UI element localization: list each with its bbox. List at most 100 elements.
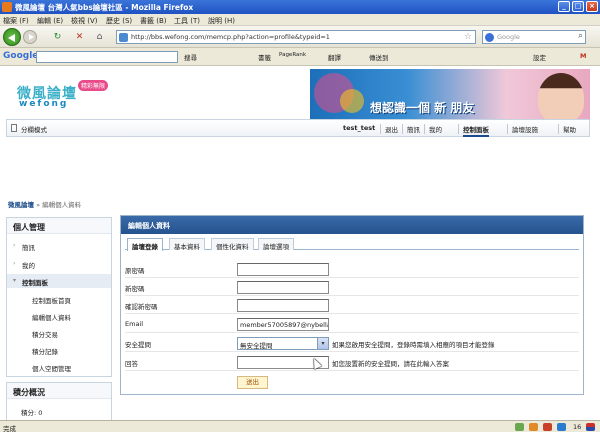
pagerank-indicator: PageRank: [279, 52, 307, 58]
sidebar-item-my[interactable]: › 我的: [7, 257, 111, 271]
field-label: 確認新密碼: [125, 303, 158, 311]
search-box[interactable]: Google ⌕: [482, 30, 586, 44]
site-logo-english: wefong: [19, 99, 69, 109]
sidebar-item-label: 個人空間管理: [32, 365, 71, 373]
old-password-field[interactable]: [237, 263, 329, 276]
translate-button[interactable]: 翻譯: [328, 52, 341, 62]
window-title: 微風論壇 台灣人氣bbs論壇社區 - Mozilla Firefox: [15, 3, 194, 12]
select-value: 無安全提問: [240, 342, 273, 350]
addon-icon[interactable]: [543, 423, 552, 431]
banner-text: 想認識一個 新 朋友: [370, 101, 475, 115]
sidebar-item-credit-log[interactable]: 積分記錄: [7, 343, 111, 357]
new-password-field[interactable]: [237, 281, 329, 294]
banner-portrait: [538, 73, 584, 123]
my-link[interactable]: 我的: [429, 124, 442, 134]
field-hint: 如您設置新的安全提問，請在此輸入答案: [332, 360, 449, 368]
form-row-security-question: 安全提問 無安全提問 ▾ 如果您啟用安全提問，登錄時需填入相應的項目才能登錄: [125, 334, 579, 352]
logo-badge: 精彩無限: [78, 80, 109, 91]
google-toolbar: Google 搜尋 書籤 PageRank 翻譯 傳送到 設定 M: [0, 48, 600, 66]
confirm-password-field[interactable]: [237, 299, 329, 312]
menu-view[interactable]: 檢視 (V): [71, 16, 97, 26]
forum-nav-strip: 分欄模式 test_test 退出 簡訊 我的 控制面板 論壇設施 幫助: [6, 119, 590, 137]
points-value: 積分: 0: [21, 409, 43, 417]
gmail-icon[interactable]: M: [580, 52, 586, 60]
breadcrumb-separator: »: [34, 201, 43, 209]
ad-banner[interactable]: 想認識一個 新 朋友: [310, 69, 590, 126]
column-mode-link[interactable]: 分欄模式: [21, 124, 47, 134]
close-button[interactable]: ×: [586, 1, 598, 12]
username-link[interactable]: test_test: [343, 124, 375, 132]
control-panel-link[interactable]: 控制面板: [463, 124, 489, 137]
column-mode-icon[interactable]: [11, 124, 17, 132]
home-icon[interactable]: ⌂: [94, 32, 105, 43]
forward-button[interactable]: [23, 30, 37, 44]
sidebar-item-edit-profile[interactable]: 編輯個人資料: [7, 309, 111, 323]
field-label: Email: [125, 320, 144, 328]
sidebar-item-label: 控制面板: [22, 279, 48, 287]
breadcrumb-home[interactable]: 微風論壇: [8, 201, 34, 209]
sidebar-item-label: 我的: [22, 262, 35, 270]
send-to-button[interactable]: 傳送到: [369, 52, 389, 62]
security-question-select[interactable]: 無安全提問 ▾: [237, 337, 329, 350]
form-row-answer: 回答 如您設置新的安全提問，請在此輸入答案: [125, 353, 579, 371]
reload-icon[interactable]: ↻: [52, 32, 63, 43]
stop-icon[interactable]: ✕: [74, 32, 85, 43]
field-label: 原密碼: [125, 267, 145, 275]
separator: [380, 124, 381, 134]
addon-icon[interactable]: [557, 423, 566, 431]
sidebar-item-label: 簡訊: [22, 244, 35, 252]
tab-forum-options[interactable]: 論壇選項: [258, 238, 294, 251]
tab-login[interactable]: 論壇登錄: [127, 238, 163, 251]
menu-help[interactable]: 說明 (H): [208, 16, 235, 26]
google-engine-icon[interactable]: [485, 33, 494, 42]
chevron-right-icon: ›: [13, 242, 16, 249]
addon-icon[interactable]: [529, 423, 538, 431]
status-text: 完成: [3, 425, 16, 432]
status-bar: 完成 16: [0, 420, 600, 432]
form-row-email: Email member57005897@nybella.com: [125, 315, 579, 333]
minimize-button[interactable]: _: [558, 1, 570, 12]
tab-personalized[interactable]: 個性化資料: [211, 238, 254, 251]
status-count: 16: [573, 423, 582, 431]
menu-history[interactable]: 歷史 (S): [106, 16, 132, 26]
logout-link[interactable]: 退出: [385, 124, 398, 134]
chevron-down-icon[interactable]: ▾: [317, 338, 328, 349]
submit-button[interactable]: 送出: [237, 376, 268, 389]
title-bar: 微風論壇 台灣人氣bbs論壇社區 - Mozilla Firefox _ □ ×: [0, 0, 600, 14]
bookmark-star-icon[interactable]: ☆: [464, 32, 472, 42]
menu-file[interactable]: 檔案 (F): [3, 16, 29, 26]
url-text: http://bbs.wefong.com/memcp.php?action=p…: [131, 33, 330, 41]
breadcrumb: 微風論壇 » 編輯個人資料: [8, 199, 81, 209]
breadcrumb-current: 編輯個人資料: [42, 201, 82, 209]
nav-toolbar: ↻ ✕ ⌂ http://bbs.wefong.com/memcp.php?ac…: [0, 26, 600, 48]
google-search-button[interactable]: 搜尋: [184, 52, 197, 62]
google-toolbar-input[interactable]: [36, 51, 178, 63]
sidebar-item-pm[interactable]: › 簡訊: [7, 239, 111, 253]
field-label: 回答: [125, 360, 138, 368]
search-icon[interactable]: ⌕: [578, 31, 583, 41]
help-link[interactable]: 幫助: [563, 124, 576, 134]
google-bookmarks-button[interactable]: 書籤: [258, 52, 271, 62]
sidebar-item-cp-home[interactable]: 控制面板首頁: [7, 292, 111, 306]
addon-icon[interactable]: [515, 423, 524, 431]
points-title: 積分概況: [7, 383, 111, 399]
settings-button[interactable]: 設定: [533, 52, 546, 62]
pm-link[interactable]: 簡訊: [407, 124, 420, 134]
menu-bookmarks[interactable]: 書籤 (B): [140, 16, 167, 26]
menu-tools[interactable]: 工具 (T): [174, 16, 200, 26]
sidebar-item-credit-trade[interactable]: 積分交易: [7, 326, 111, 340]
menu-edit[interactable]: 編輯 (E): [37, 16, 63, 26]
tab-basic[interactable]: 基本資料: [169, 238, 205, 251]
email-field[interactable]: member57005897@nybella.com: [237, 318, 329, 331]
sidebar-item-control-panel[interactable]: ▾ 控制面板: [7, 274, 111, 288]
flag-icon[interactable]: [586, 423, 595, 431]
banner-decoration: [340, 89, 364, 113]
menu-bar: 檔案 (F) 編輯 (E) 檢視 (V) 歷史 (S) 書籤 (B) 工具 (T…: [0, 14, 600, 26]
forum-tools-link[interactable]: 論壇設施: [512, 124, 538, 134]
back-button[interactable]: [3, 28, 21, 46]
url-bar[interactable]: http://bbs.wefong.com/memcp.php?action=p…: [116, 30, 567, 44]
maximize-button[interactable]: □: [572, 1, 584, 12]
separator: [402, 124, 403, 134]
sidebar-item-space[interactable]: 個人空間管理: [7, 360, 111, 374]
sidebar-item-label: 積分交易: [32, 331, 58, 339]
